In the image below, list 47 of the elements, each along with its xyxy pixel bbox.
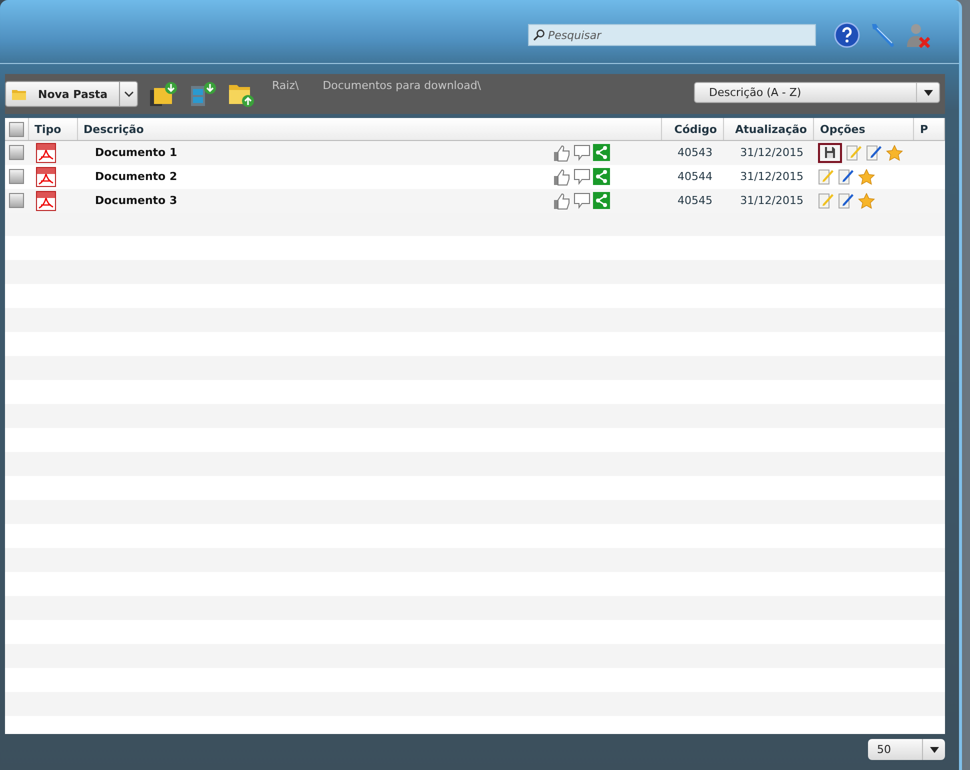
edit-note-icon[interactable] xyxy=(866,144,882,162)
share-icon[interactable] xyxy=(592,192,610,209)
document-name[interactable]: Documento 3 xyxy=(95,194,178,207)
document-name[interactable]: Documento 2 xyxy=(95,170,178,183)
search-field[interactable]: Pesquisar xyxy=(528,24,816,46)
help-icon[interactable] xyxy=(834,22,860,48)
table-cell: 40544 xyxy=(662,164,724,188)
column-header[interactable]: Código xyxy=(662,118,724,140)
star-icon[interactable] xyxy=(886,144,902,161)
table-cell: 31/12/2015 xyxy=(724,164,814,188)
table-cell: 31/12/2015 xyxy=(724,140,814,164)
comment-icon[interactable] xyxy=(572,192,590,210)
comment-icon[interactable] xyxy=(572,144,590,162)
sort-dropdown[interactable]: Descrição (A - Z) xyxy=(694,82,940,103)
document-name[interactable]: Documento 1 xyxy=(95,146,178,160)
column-header[interactable]: Descrição xyxy=(77,118,662,140)
new-folder-button[interactable]: Nova Pasta xyxy=(5,81,120,107)
thumbs-up-icon[interactable] xyxy=(552,168,570,186)
column-header[interactable]: Atualização xyxy=(724,118,814,140)
thumbs-up-icon[interactable] xyxy=(552,144,570,162)
folder-icon xyxy=(12,88,26,100)
cabinet-download-icon[interactable] xyxy=(188,80,218,108)
star-icon[interactable] xyxy=(858,168,874,184)
comment-icon[interactable] xyxy=(572,168,590,186)
edit-note-icon[interactable] xyxy=(838,168,854,185)
caret-icon[interactable] xyxy=(120,81,138,107)
column-header[interactable]: Tipo xyxy=(28,118,77,140)
checkbox[interactable] xyxy=(9,193,24,208)
breadcrumb-link[interactable]: Documentos para download\ xyxy=(322,79,482,92)
edit-note-icon[interactable] xyxy=(838,192,854,209)
checkbox[interactable] xyxy=(9,169,24,184)
folder-download-icon[interactable] xyxy=(148,80,178,108)
page-size-dropdown[interactable]: 50 xyxy=(868,739,945,760)
star-icon[interactable] xyxy=(858,192,874,208)
share-icon[interactable] xyxy=(592,144,610,162)
table-cell: 31/12/2015 xyxy=(724,188,814,212)
dropdown-arrow-icon xyxy=(930,746,938,752)
share-icon[interactable] xyxy=(592,168,610,185)
column-header[interactable]: Opções xyxy=(814,118,914,140)
thumbs-up-icon[interactable] xyxy=(552,192,570,210)
table-cell: 40545 xyxy=(662,188,724,212)
table-cell: 40543 xyxy=(662,140,724,164)
breadcrumb-link[interactable]: Raiz\ xyxy=(272,79,299,92)
dropdown-arrow-icon xyxy=(924,90,932,96)
checkbox[interactable] xyxy=(9,145,24,160)
checkbox[interactable] xyxy=(9,122,24,136)
column-header[interactable]: P xyxy=(914,118,944,140)
